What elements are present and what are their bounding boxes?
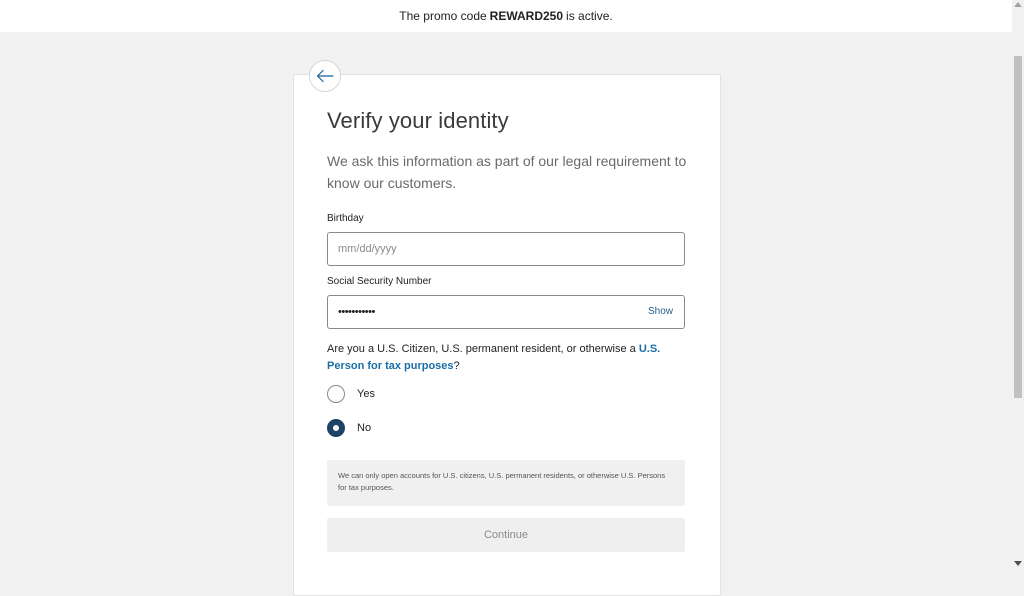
radio-no[interactable] [327,419,345,437]
radio-option-no[interactable]: No [327,419,371,437]
back-button[interactable] [309,60,341,92]
tax-person-question: Are you a U.S. Citizen, U.S. permanent r… [327,341,687,375]
birthday-field-container [327,232,685,266]
continue-button[interactable]: Continue [327,518,685,552]
ssn-field[interactable]: ••••••••••• Show [327,295,685,329]
radio-yes-label: Yes [357,388,375,400]
scroll-down-arrow-icon[interactable] [1014,561,1022,566]
promo-prefix: The promo code [399,9,487,23]
arrow-left-icon [316,69,334,83]
promo-suffix: is active. [566,9,613,23]
question-text: Are you a U.S. Citizen, U.S. permanent r… [327,343,636,355]
promo-banner: The promo code REWARD250 is active. [0,0,1012,32]
promo-code: REWARD250 [489,9,564,23]
scroll-thumb[interactable] [1014,56,1022,398]
ssn-masked-value: ••••••••••• [338,306,375,318]
page-subtitle: We ask this information as part of our l… [327,153,687,191]
radio-no-label: No [357,422,372,434]
page-scrollbar[interactable] [1012,0,1024,568]
radio-yes[interactable] [327,385,345,403]
ssn-label: Social Security Number [327,276,432,287]
radio-option-yes[interactable]: Yes [327,385,375,403]
show-ssn-button[interactable]: Show [648,306,673,317]
question-suffix: ? [453,360,460,372]
scroll-up-arrow-icon[interactable] [1014,2,1022,7]
birthday-input[interactable] [328,233,628,265]
birthday-label: Birthday [327,213,364,224]
eligibility-notice: We can only open accounts for U.S. citiz… [327,460,685,506]
page-title: Verify your identity [327,108,509,133]
